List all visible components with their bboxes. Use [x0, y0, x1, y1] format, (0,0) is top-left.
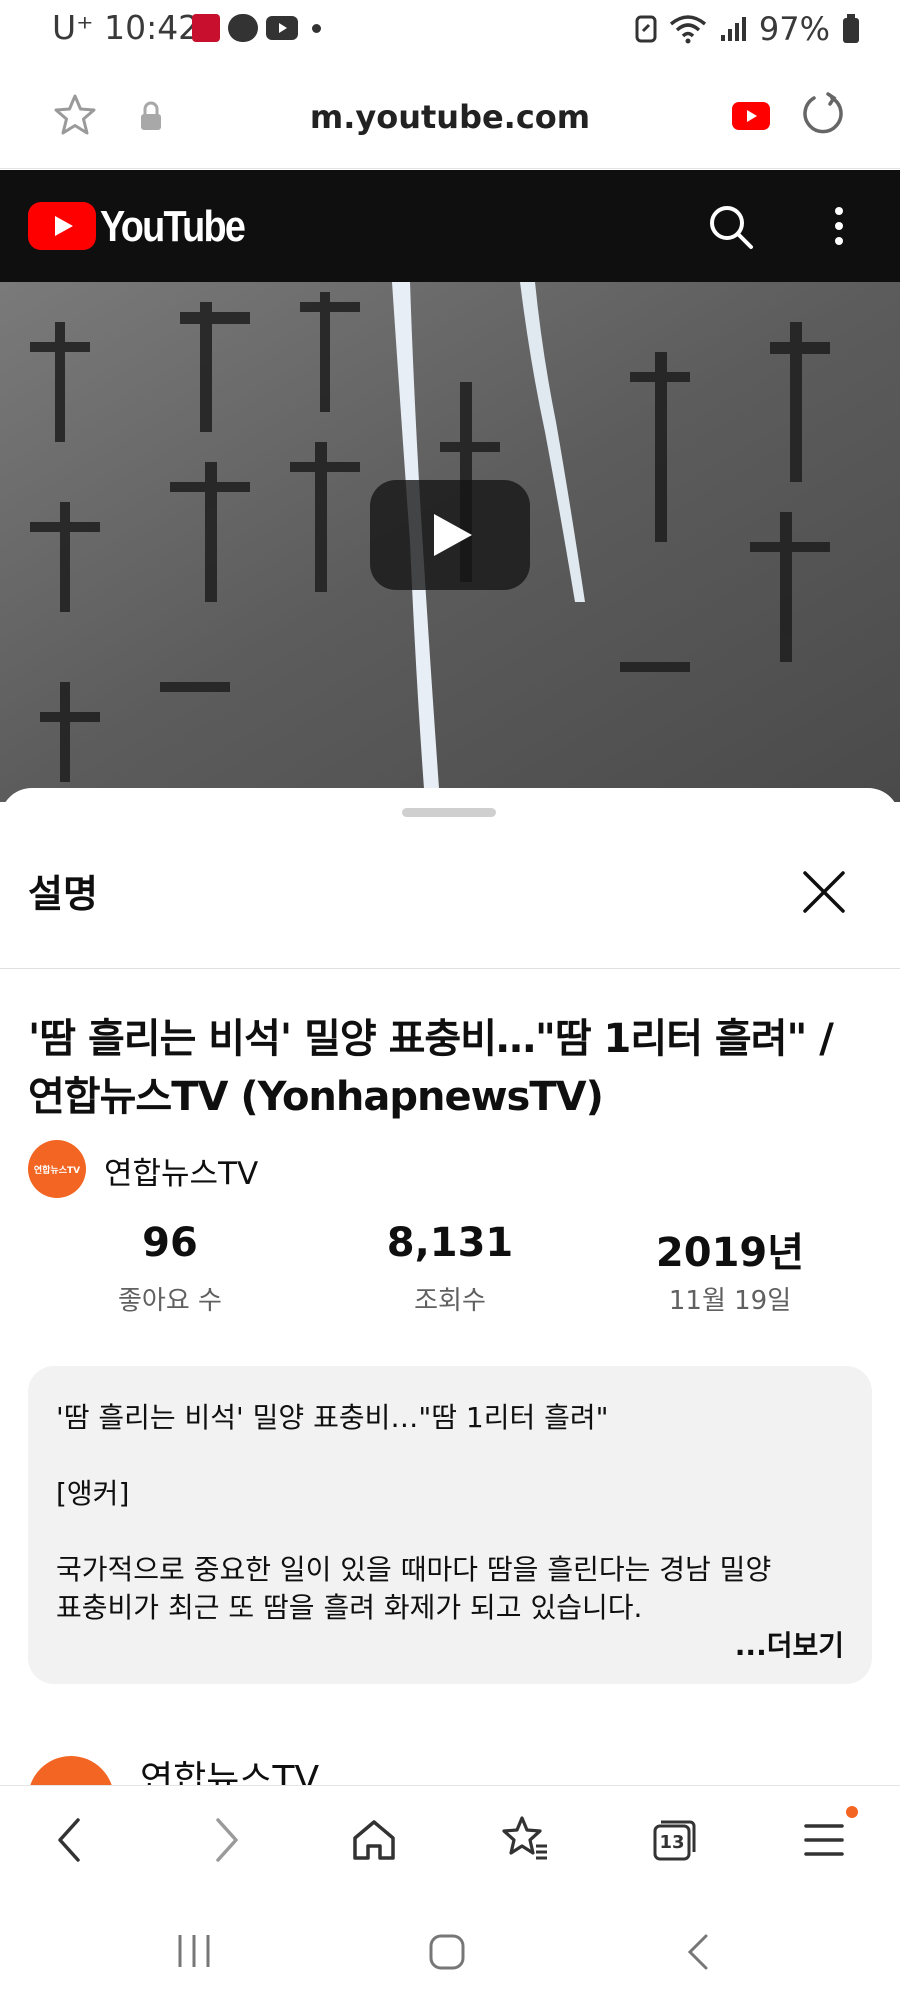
sheet-title: 설명 — [28, 872, 98, 916]
bookmarks-icon[interactable] — [500, 1814, 550, 1864]
description-line: 표충비가 최근 또 땀을 흘려 화제가 되고 있습니다. — [56, 1591, 643, 1624]
likes-label: 좋아요 수 — [118, 1286, 222, 1316]
forward-icon[interactable] — [212, 1816, 242, 1864]
back-icon[interactable] — [54, 1816, 84, 1864]
views-count: 8,131 — [386, 1220, 514, 1266]
battery-percent: 97% — [758, 10, 830, 48]
battery-icon — [843, 14, 859, 43]
more-options-icon[interactable] — [834, 206, 844, 246]
system-nav-bar — [0, 1897, 900, 2007]
search-icon[interactable] — [708, 204, 754, 250]
drag-handle[interactable] — [402, 808, 496, 817]
upload-year: 2019년 — [655, 1230, 805, 1276]
video-title: '땀 흘리는 비석' 밀양 표충비…"땀 1리터 흘려" / 연합뉴스TV (Y… — [28, 1016, 834, 1120]
description-line: '땀 흘리는 비석' 밀양 표충비…"땀 1리터 흘려" — [56, 1401, 609, 1434]
youtube-app-icon[interactable] — [732, 102, 770, 130]
weather-icon — [228, 14, 258, 42]
upload-date: 11월 19일 — [668, 1286, 792, 1316]
likes-count: 96 — [142, 1220, 198, 1266]
description-box[interactable]: '땀 흘리는 비석' 밀양 표충비…"땀 1리터 흘려" [앵커] 국가적으로 … — [28, 1366, 872, 1684]
browser-address-bar: m.youtube.com — [0, 60, 900, 169]
signal-icon — [720, 17, 746, 41]
tab-count: 13 — [659, 1832, 685, 1853]
system-back-icon[interactable] — [686, 1933, 710, 1971]
tabs-button[interactable]: 13 — [652, 1818, 696, 1862]
description-sheet: 설명 '땀 흘리는 비석' 밀양 표충비…"땀 1리터 흘려" / 연합뉴스TV… — [0, 788, 900, 1842]
recent-apps-icon[interactable] — [176, 1933, 212, 1969]
status-bar: U⁺ 10:42 97% — [0, 0, 900, 60]
reload-icon[interactable] — [800, 90, 846, 136]
channel-avatar[interactable]: 연합뉴스TV — [28, 1140, 86, 1198]
nfc-icon — [635, 15, 657, 43]
description-line: [앵커] — [56, 1477, 130, 1510]
channel-avatar-text: 연합뉴스TV — [33, 1165, 81, 1176]
youtube-notification-icon — [266, 16, 298, 40]
browser-bottom-nav: 13 — [0, 1785, 900, 1898]
notification-icons — [192, 14, 321, 42]
youtube-logo-icon[interactable] — [28, 202, 96, 250]
description-line: 국가적으로 중요한 일이 있을 때마다 땀을 흘린다는 경남 밀양 — [56, 1553, 772, 1586]
menu-icon[interactable] — [804, 1822, 844, 1858]
views-label: 조회수 — [414, 1286, 486, 1316]
play-button[interactable] — [370, 480, 530, 590]
show-more-link[interactable]: ...더보기 — [735, 1624, 844, 1664]
system-home-icon[interactable] — [428, 1933, 466, 1971]
wifi-icon — [669, 15, 706, 44]
close-icon[interactable] — [802, 870, 846, 914]
status-right: 97% — [635, 10, 860, 48]
youtube-logo-text[interactable]: YouTube — [100, 202, 246, 252]
kfc-app-icon — [192, 14, 220, 42]
play-icon — [434, 514, 472, 556]
notification-dot — [846, 1806, 858, 1818]
sheet-divider — [0, 968, 900, 969]
youtube-header: YouTube — [0, 170, 900, 282]
home-icon[interactable] — [350, 1816, 398, 1864]
channel-name[interactable]: 연합뉴스TV — [104, 1148, 258, 1193]
video-player[interactable] — [0, 282, 900, 802]
status-time: U⁺ 10:42 — [52, 8, 200, 47]
more-notifications-dot — [312, 23, 321, 33]
